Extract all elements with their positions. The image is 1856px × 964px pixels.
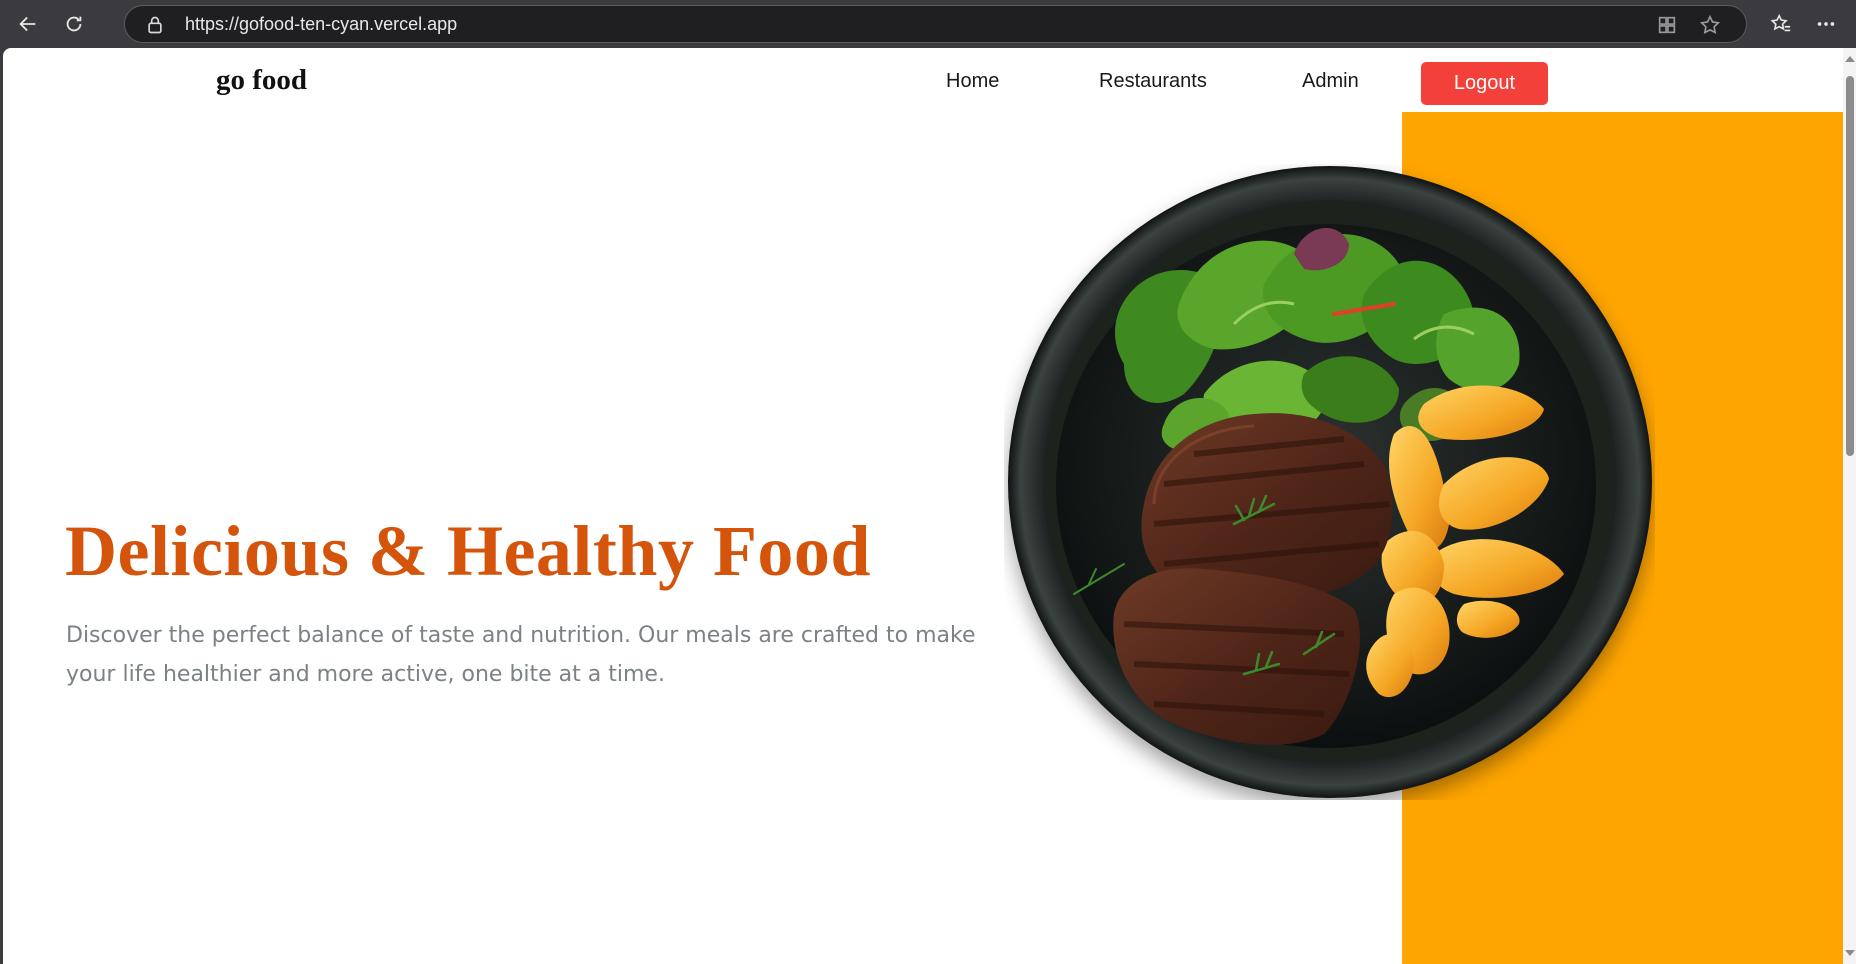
lock-icon[interactable] [145,15,165,35]
favorites-icon[interactable] [1763,6,1799,42]
logout-button[interactable]: Logout [1421,62,1548,105]
nav-restaurants[interactable]: Restaurants [1099,70,1207,93]
scroll-down-icon[interactable] [1845,950,1855,956]
star-icon[interactable] [1699,14,1721,36]
browser-toolbar: https://gofood-ten-cyan.vercel.app [0,0,1856,48]
apps-icon[interactable] [1656,14,1678,36]
address-bar[interactable]: https://gofood-ten-cyan.vercel.app [124,5,1747,43]
back-icon[interactable] [10,6,46,42]
scroll-up-icon[interactable] [1845,56,1855,62]
hero-food-image [1008,166,1652,798]
hero-description: Discover the perfect balance of taste an… [66,623,976,687]
nav-home[interactable]: Home [946,70,999,93]
nav-admin[interactable]: Admin [1302,70,1359,93]
page-scrollbar[interactable] [1843,48,1856,964]
brand-logo[interactable]: go food [216,64,307,97]
more-icon[interactable] [1808,6,1844,42]
hero-title: Delicious & Healthy Food [65,511,871,591]
page-viewport: go food Home Restaurants Admin Logout De… [3,48,1856,964]
url-text[interactable]: https://gofood-ten-cyan.vercel.app [185,6,457,42]
reload-icon[interactable] [56,6,92,42]
navbar: go food Home Restaurants Admin Logout [3,48,1843,112]
scroll-thumb[interactable] [1846,76,1854,456]
